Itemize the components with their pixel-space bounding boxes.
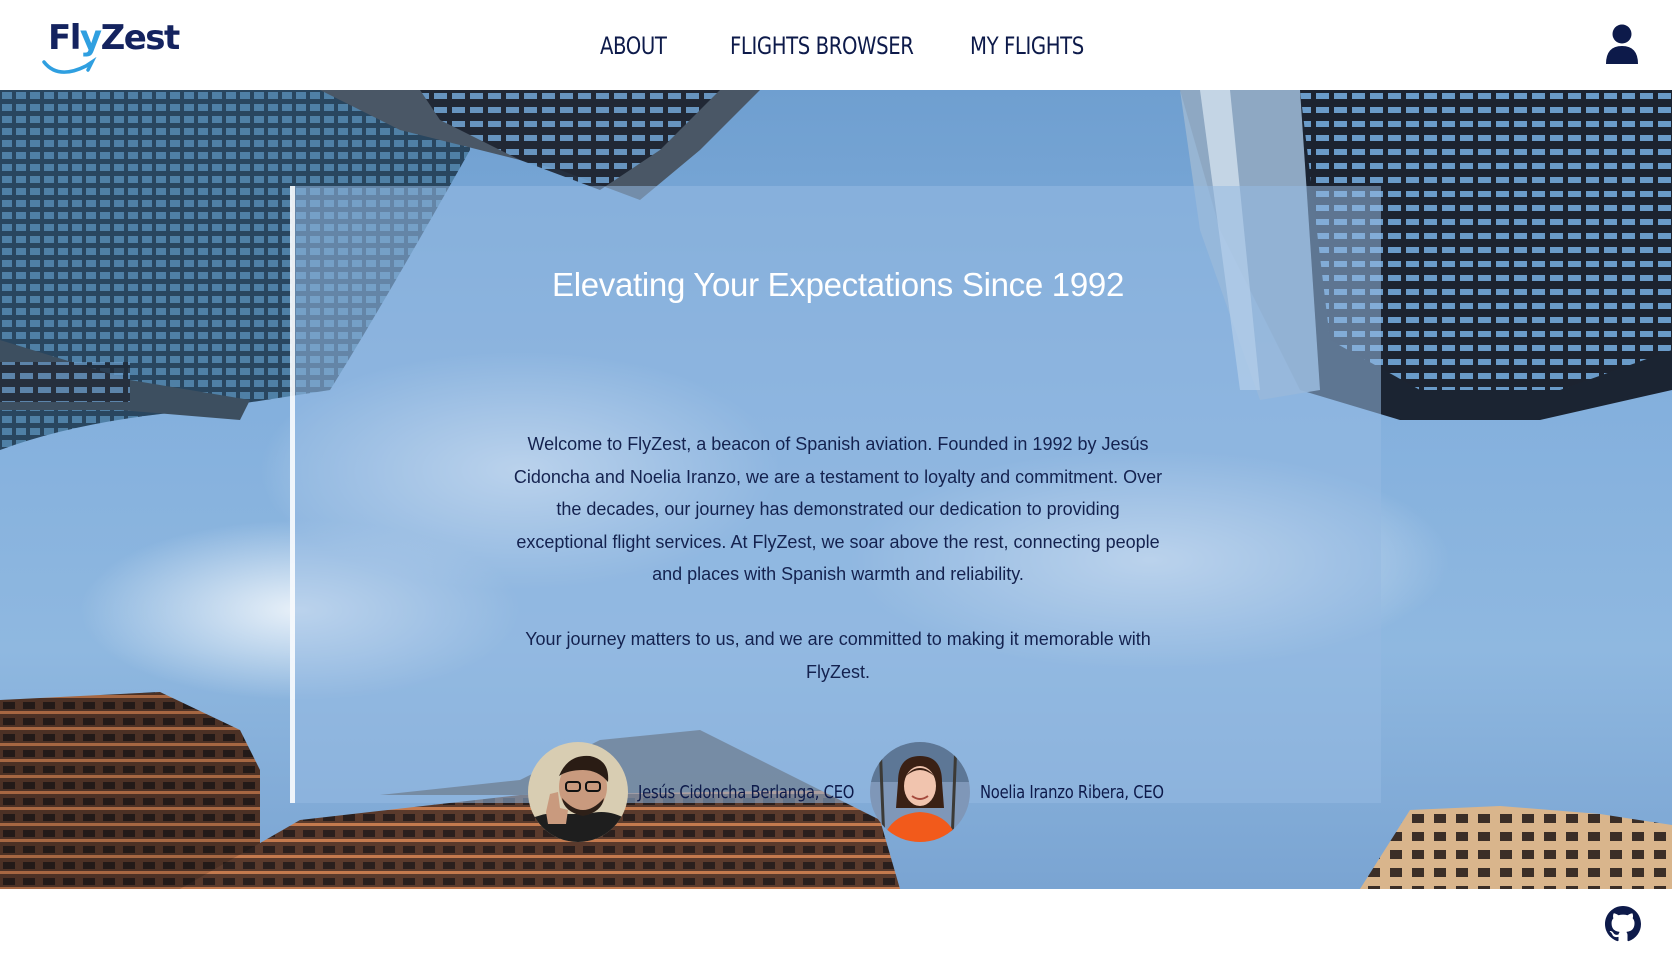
about-card: Elevating Your Expectations Since 1992 W… [290,186,1381,842]
nav-flights-browser[interactable]: FLIGHTS BROWSER [730,28,914,64]
founder-card: Jesús Cidoncha Berlanga, CEO [528,742,902,842]
main-nav: ABOUT FLIGHTS BROWSER MY FLIGHTS [600,28,1150,64]
top-nav-bar: FlyZest ABOUT FLIGHTS BROWSER MY FLIGHTS [0,0,1672,90]
logo-swoosh-icon [42,56,97,74]
user-icon[interactable] [1604,24,1640,64]
founders-section: Jesús Cidoncha Berlanga, CEO Noelia Iran… [295,742,1381,842]
founder-avatar [870,742,970,842]
about-closing-text: Your journey matters to us, and we are c… [525,629,1151,682]
nav-about[interactable]: ABOUT [600,28,667,64]
founder-card: Noelia Iranzo Ribera, CEO [870,742,1204,842]
hero-section: Elevating Your Expectations Since 1992 W… [0,90,1672,889]
about-intro-text: Welcome to FlyZest, a beacon of Spanish … [513,434,1163,584]
founder-name: Jesús Cidoncha Berlanga, CEO [638,781,855,803]
about-title: Elevating Your Expectations Since 1992 [551,266,1124,303]
flyzest-logo[interactable]: FlyZest [42,16,182,74]
github-icon[interactable] [1605,906,1641,942]
logo-text-zest: Zest [100,18,181,58]
nav-my-flights[interactable]: MY FLIGHTS [970,28,1084,64]
founder-name: Noelia Iranzo Ribera, CEO [980,781,1164,803]
founder-avatar [528,742,628,842]
footer [0,889,1672,956]
